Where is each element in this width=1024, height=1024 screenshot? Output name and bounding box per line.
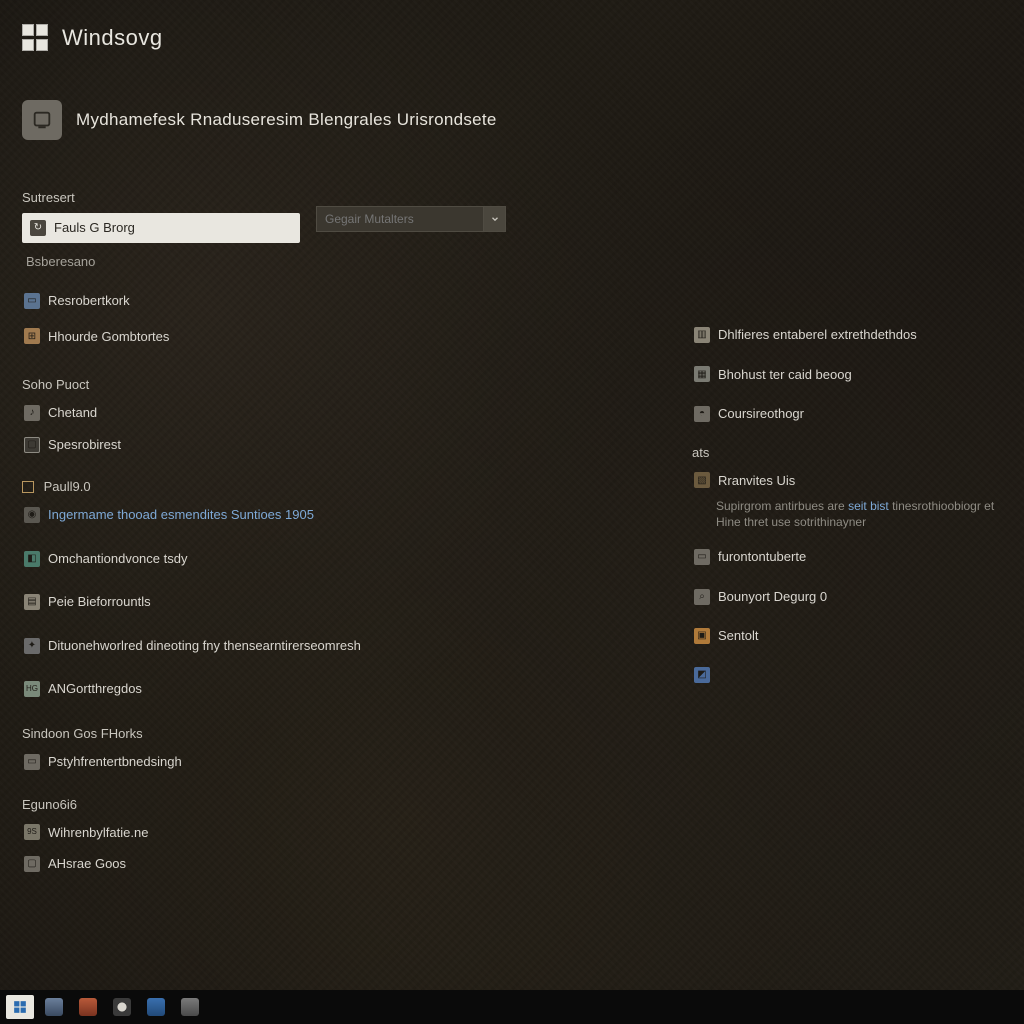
nav-item-selected[interactable]: ↻ Fauls G Brorg: [22, 213, 300, 243]
folder-icon: [22, 481, 34, 493]
cube-icon: ◩: [694, 667, 710, 683]
nav-item-label: ANGortthregdos: [48, 680, 142, 698]
panel-item-label: furontontuberte: [718, 548, 806, 566]
nav-item[interactable]: Bsberesano: [22, 249, 492, 275]
brand-label: Windsovg: [62, 25, 163, 51]
nav-item[interactable]: ▢ Spesrobirest: [22, 432, 492, 458]
panel-item-label: Coursireothogr: [718, 405, 804, 423]
panel-item[interactable]: ▥ Dhlfieres entaberel extrethdethdos: [692, 322, 1002, 348]
drive-icon: ◓: [694, 406, 710, 422]
section-label-text: Paull9.0: [44, 479, 91, 494]
panel-item[interactable]: ▭ furontontuberte: [692, 544, 1002, 570]
folder-icon: ▥: [694, 327, 710, 343]
search-icon: ⌕: [694, 589, 710, 605]
panel-item[interactable]: ◓ Coursireothogr: [692, 401, 1002, 427]
nav-item[interactable]: ♪ Chetand: [22, 400, 492, 426]
nav-item-label: Peie Bieforrountls: [48, 593, 151, 611]
folder-icon: ▢: [24, 856, 40, 872]
section-label: Eguno6i6: [22, 797, 492, 812]
panel-item[interactable]: ◩: [692, 663, 1002, 687]
globe-icon: ✦: [24, 638, 40, 654]
panel-item[interactable]: ⌕ Bounyort Degurg 0: [692, 584, 1002, 610]
nav-item-label: Chetand: [48, 404, 97, 422]
panel-item-subtext: Supirgrom antirbues are seit bist tinesr…: [716, 499, 1002, 530]
card-icon: ▭: [24, 754, 40, 770]
panel-item-label: Sentolt: [718, 627, 758, 645]
taskbar-app[interactable]: [176, 995, 204, 1019]
nav-item-label: AHsrae Goos: [48, 855, 126, 873]
nav-item[interactable]: ◧ Omchantiondvonce tsdy: [22, 546, 492, 572]
panel-item-label: Rranvites Uis: [718, 472, 795, 490]
display-icon: ▢: [24, 437, 40, 453]
section-label: Paull9.0: [22, 479, 492, 494]
start-button[interactable]: [6, 995, 34, 1019]
nav-item-label: Fauls G Brorg: [54, 219, 135, 237]
page-title-icon: [22, 100, 62, 140]
panel-item[interactable]: ▦ Bhohust ter caid beoog: [692, 362, 1002, 388]
nav-item-devices[interactable]: ⊞ Hhourde Gombtortes: [22, 324, 492, 350]
tag-icon: HG: [24, 681, 40, 697]
nav-item[interactable]: ▭ Pstyhfrentertbnedsingh: [22, 749, 492, 775]
shield-icon: ▣: [694, 628, 710, 644]
card-icon: ▭: [694, 549, 710, 565]
left-column: Sutresert ↻ Fauls G Brorg Bsberesano ▭ R…: [22, 176, 492, 980]
nav-item-label: Bsberesano: [26, 253, 95, 271]
camera-icon: ◉: [24, 507, 40, 523]
taskbar-app[interactable]: [40, 995, 68, 1019]
nav-item[interactable]: HG ANGortthregdos: [22, 676, 492, 702]
monitor-icon: ▭: [24, 293, 40, 309]
clock-icon: [113, 998, 131, 1016]
os-brand-header: Windsovg: [22, 24, 163, 52]
devices-icon: ⊞: [24, 328, 40, 344]
right-column: ▥ Dhlfieres entaberel extrethdethdos ▦ B…: [692, 176, 1002, 980]
panel-item-label: Bhohust ter caid beoog: [718, 366, 852, 384]
nav-item-link[interactable]: ◉ Ingermame thooad esmendites Suntioes 1…: [22, 502, 492, 528]
badge-icon: 9S: [24, 824, 40, 840]
settings-icon: [181, 998, 199, 1016]
panel-item-label: Bounyort Degurg 0: [718, 588, 827, 606]
nav-item-network[interactable]: ▭ Resrobertkork: [22, 288, 492, 314]
section-label: Sindoon Gos FHorks: [22, 726, 492, 741]
nav-item-label: Dituonehworlred dineoting fny thensearnt…: [48, 637, 361, 655]
refresh-icon: ↻: [30, 220, 46, 236]
explorer-icon: [45, 998, 63, 1016]
section-label: ats: [692, 445, 1002, 460]
panel-item[interactable]: ▣ Sentolt: [692, 623, 1002, 649]
nav-item-label: Hhourde Gombtortes: [48, 328, 169, 346]
page-title: Mydhamefesk Rnaduseresim Blengrales Uris…: [76, 110, 497, 130]
nav-item-label: Pstyhfrentertbnedsingh: [48, 753, 182, 771]
nav-item-label: Resrobertkork: [48, 292, 130, 310]
layers-icon: ▦: [694, 366, 710, 382]
nav-item-label: Wihrenbylfatie.ne: [48, 824, 148, 842]
taskbar: [0, 990, 1024, 1024]
nav-item-label: Spesrobirest: [48, 436, 121, 454]
panel-item[interactable]: ▧ Rranvites Uis: [692, 468, 1002, 494]
doc-icon: ▤: [24, 594, 40, 610]
page-title-row: Mydhamefesk Rnaduseresim Blengrales Uris…: [22, 100, 497, 140]
nav-item-label: Omchantiondvonce tsdy: [48, 550, 187, 568]
taskbar-app[interactable]: [74, 995, 102, 1019]
picture-icon: ▧: [694, 472, 710, 488]
nav-item[interactable]: ▢ AHsrae Goos: [22, 851, 492, 877]
nav-item[interactable]: 9S Wihrenbylfatie.ne: [22, 820, 492, 846]
nav-item[interactable]: ✦ Dituonehworlred dineoting fny thensear…: [22, 633, 492, 659]
app-icon: ◧: [24, 551, 40, 567]
audio-icon: ♪: [24, 405, 40, 421]
taskbar-app[interactable]: [142, 995, 170, 1019]
inline-link[interactable]: seit bist: [848, 499, 889, 513]
section-label: Soho Puoct: [22, 377, 492, 392]
section-label: Sutresert: [22, 190, 492, 205]
nav-item[interactable]: ▤ Peie Bieforrountls: [22, 589, 492, 615]
nav-item-label: Ingermame thooad esmendites Suntioes 190…: [48, 506, 314, 524]
media-icon: [79, 998, 97, 1016]
browser-icon: [147, 998, 165, 1016]
taskbar-app[interactable]: [108, 995, 136, 1019]
panel-item-label: Dhlfieres entaberel extrethdethdos: [718, 326, 917, 344]
windows-logo-icon: [22, 24, 50, 52]
